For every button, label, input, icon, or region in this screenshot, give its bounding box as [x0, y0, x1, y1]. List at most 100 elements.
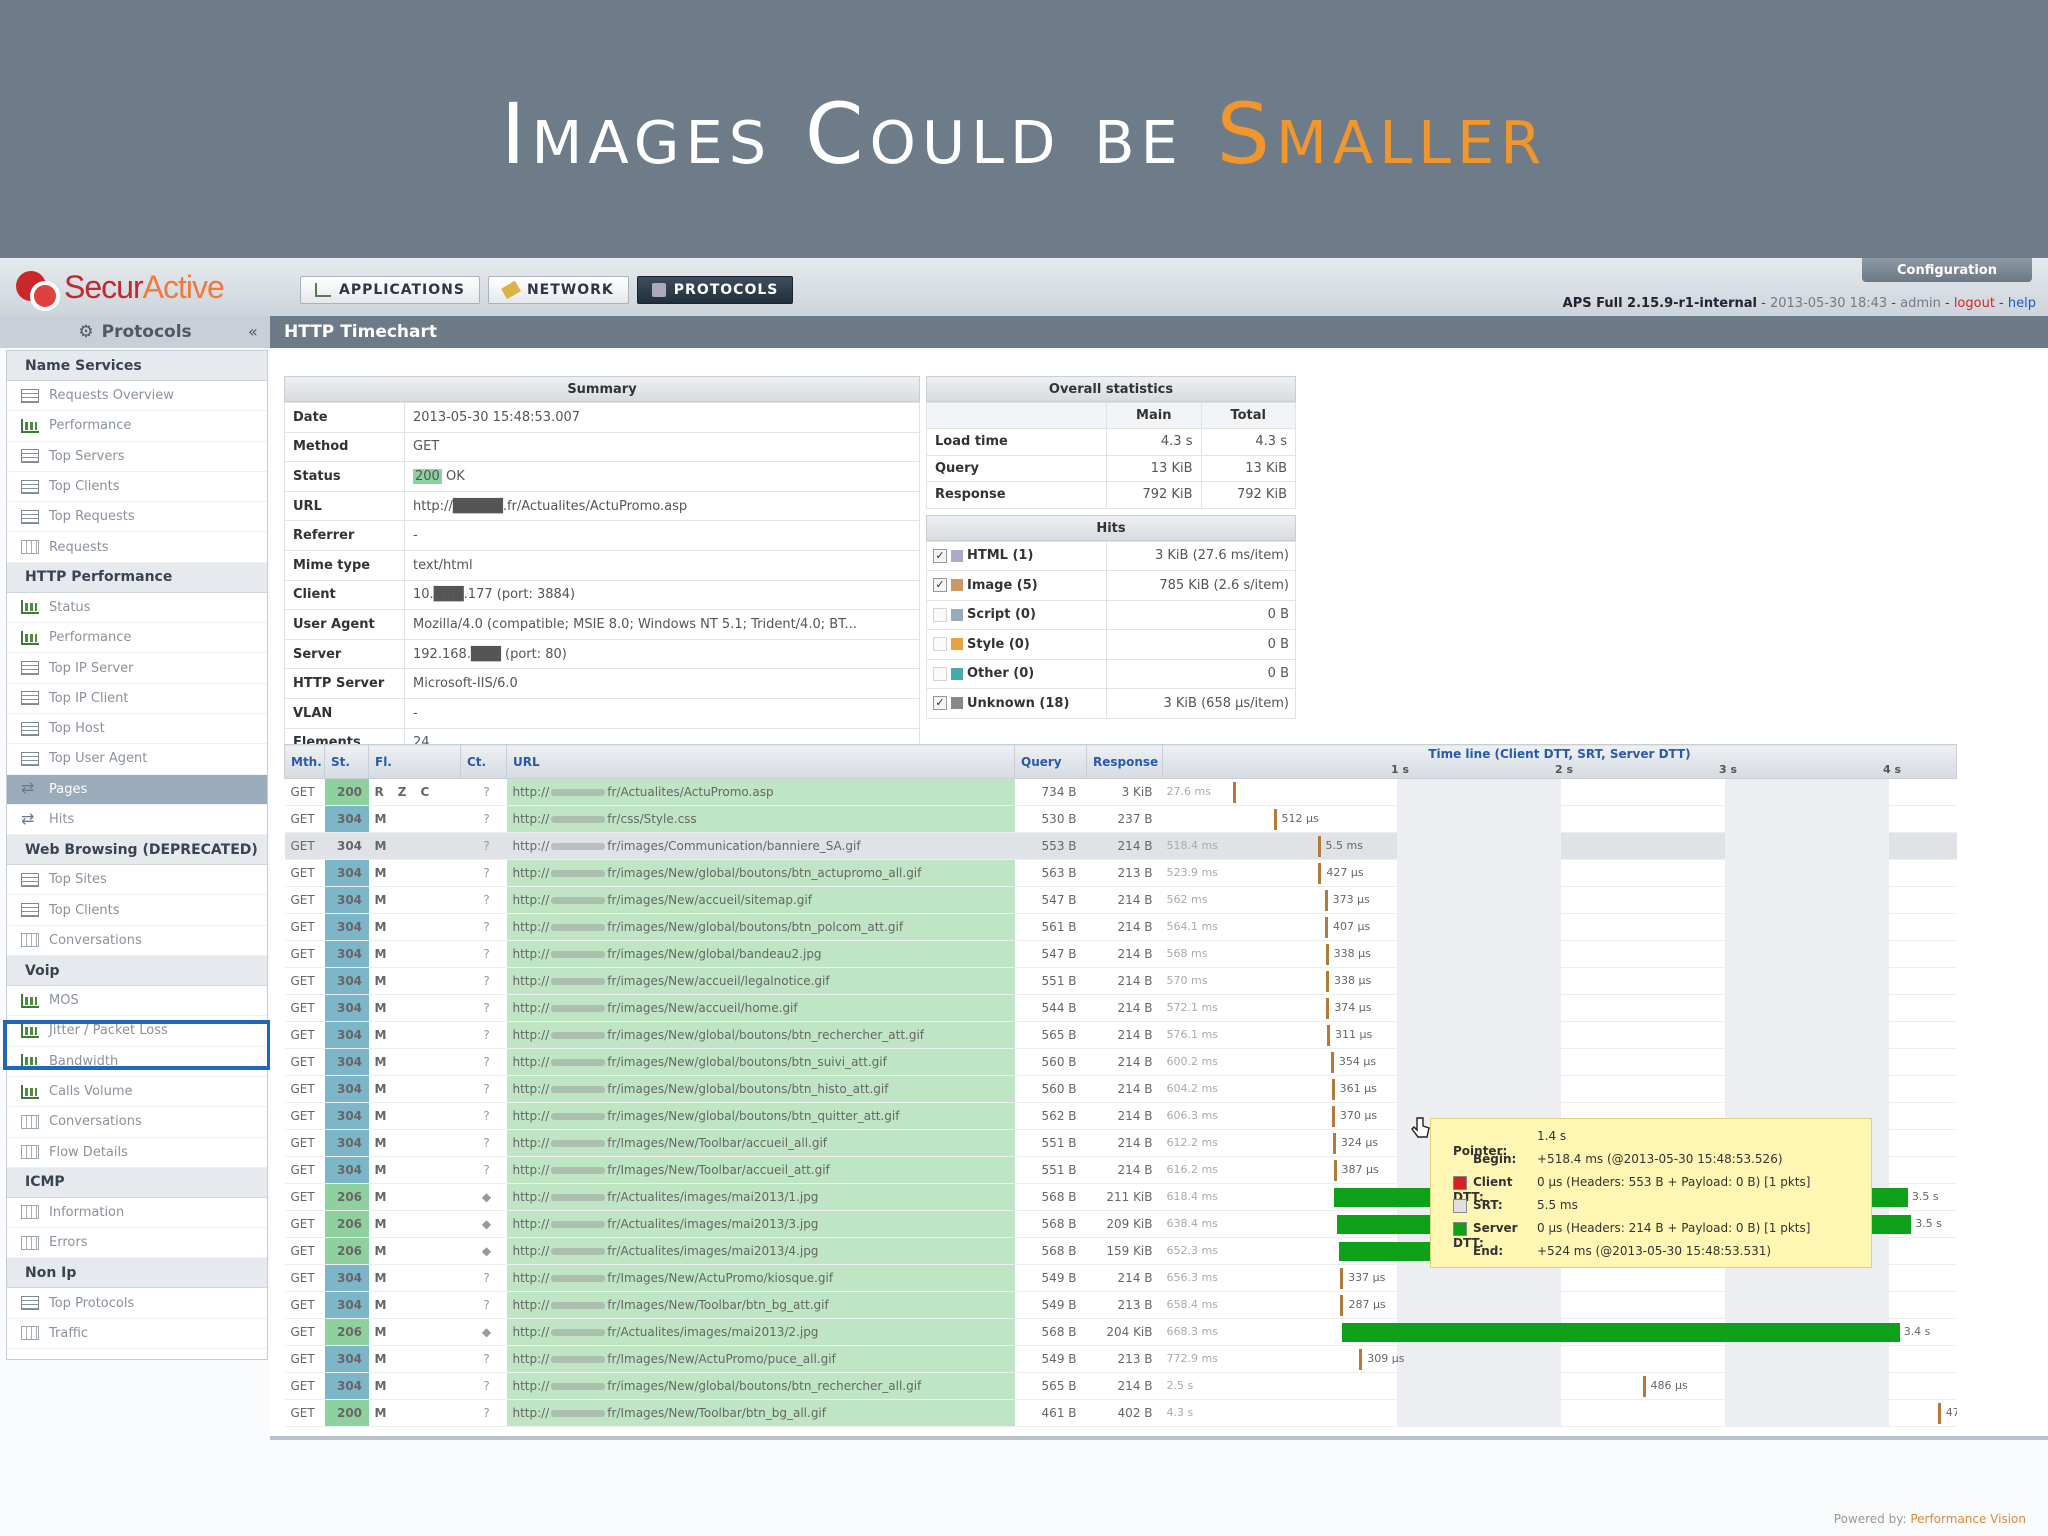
- col-url[interactable]: URL: [506, 744, 1015, 779]
- url-cell[interactable]: http://fr/images/New/accueil/legalnotice…: [506, 967, 1015, 995]
- timeline-bar[interactable]: [1273, 809, 1277, 830]
- col-method[interactable]: Mth.: [284, 744, 325, 779]
- col-response[interactable]: Response: [1086, 744, 1163, 779]
- timeline-cell[interactable]: 512 µs: [1162, 805, 1957, 833]
- url-cell[interactable]: http://fr/Images/New/Toolbar/accueil_att…: [506, 1156, 1015, 1184]
- url-cell[interactable]: http://fr/images/Communication/banniere_…: [506, 832, 1015, 860]
- sidebar-item-top-servers[interactable]: Top Servers: [7, 442, 267, 472]
- col-content-type[interactable]: Ct.: [460, 744, 507, 779]
- url-cell[interactable]: http://fr/Images/New/ActuPromo/puce_all.…: [506, 1345, 1015, 1373]
- url-cell[interactable]: http://fr/Actualites/images/mai2013/4.jp…: [506, 1237, 1015, 1265]
- table-row[interactable]: GET 304 M? http://fr/images/New/global/bout…: [284, 913, 1957, 941]
- timeline-bar[interactable]: [1340, 1295, 1344, 1316]
- url-cell[interactable]: http://fr/images/New/global/boutons/btn_…: [506, 1102, 1015, 1130]
- timeline-bar[interactable]: [1325, 944, 1329, 965]
- url-cell[interactable]: http://fr/images/New/global/boutons/btn_…: [506, 1048, 1015, 1076]
- sidebar-item-requests[interactable]: Requests: [7, 532, 267, 563]
- timeline-bar[interactable]: [1232, 782, 1236, 803]
- timeline-bar[interactable]: [1326, 998, 1330, 1019]
- table-row[interactable]: GET 200 R Z C? http://fr/Actualites/ActuPromo…: [284, 778, 1957, 806]
- url-cell[interactable]: http://fr/Images/New/Toolbar/accueil_all…: [506, 1129, 1015, 1157]
- timeline-cell[interactable]: 27.6 ms: [1162, 778, 1957, 806]
- timeline-bar[interactable]: [1359, 1349, 1363, 1370]
- table-row[interactable]: GET 304 M? http://fr/Images/New/ActuPromo/p…: [284, 1345, 1957, 1373]
- checkbox[interactable]: ✓: [933, 548, 947, 563]
- timeline-cell[interactable]: 4.3 s478 µs: [1162, 1399, 1957, 1427]
- configuration-button[interactable]: Configuration: [1862, 258, 2032, 282]
- timeline-bar[interactable]: [1331, 1106, 1335, 1127]
- table-row[interactable]: GET 304 M? http://fr/images/New/accueil/hom…: [284, 994, 1957, 1022]
- sidebar-item-requests-overview[interactable]: Requests Overview: [7, 381, 267, 412]
- timeline-bar[interactable]: [1325, 971, 1329, 992]
- timeline-cell[interactable]: 772.9 ms 309 µs: [1162, 1345, 1957, 1373]
- logo[interactable]: SecurActive: [14, 264, 225, 311]
- tab-protocols[interactable]: PROTOCOLS: [636, 276, 794, 304]
- sidebar-item-conversations[interactable]: Conversations: [7, 1107, 267, 1138]
- timeline-bar[interactable]: [1340, 1268, 1344, 1289]
- table-row[interactable]: GET 304 M? http://fr/images/New/global/bout…: [284, 1021, 1957, 1049]
- timeline-bar[interactable]: [1324, 890, 1328, 911]
- url-cell[interactable]: http://fr/images/New/global/boutons/btn_…: [506, 859, 1015, 887]
- table-row[interactable]: GET 304 M? http://fr/images/New/accueil/leg…: [284, 967, 1957, 995]
- sidebar-item-calls-volume[interactable]: Calls Volume: [7, 1077, 267, 1108]
- sidebar-item-top-protocols[interactable]: Top Protocols: [7, 1288, 267, 1319]
- url-cell[interactable]: http://fr/images/New/global/boutons/btn_…: [506, 1021, 1015, 1049]
- table-row[interactable]: GET 304 M? http://fr/Images/New/ActuPromo/k…: [284, 1264, 1957, 1292]
- sidebar-item-traffic[interactable]: Traffic: [7, 1319, 267, 1350]
- url-cell[interactable]: http://fr/images/New/global/boutons/btn_…: [506, 1075, 1015, 1103]
- sidebar-item-performance[interactable]: Performance: [7, 623, 267, 654]
- table-row[interactable]: GET 304 M? http://fr/Images/New/Toolbar/btn…: [284, 1291, 1957, 1319]
- sidebar-item-conversations[interactable]: Conversations: [7, 926, 267, 957]
- timeline-bar[interactable]: [1317, 836, 1321, 857]
- table-row[interactable]: GET 304 M? http://fr/images/New/global/bout…: [284, 859, 1957, 887]
- checkbox[interactable]: [933, 607, 947, 622]
- sidebar-item-top-ip-client[interactable]: Top IP Client: [7, 684, 267, 714]
- sidebar-item-top-user-agent[interactable]: Top User Agent: [7, 744, 267, 775]
- checkbox[interactable]: ✓: [933, 578, 947, 593]
- timeline-cell[interactable]: 576.1 ms 311 µs: [1162, 1021, 1957, 1049]
- table-row[interactable]: GET 206 M ◆ http://fr/Actualites/images/mai2…: [284, 1318, 1957, 1346]
- sidebar-item-mos[interactable]: MOS: [7, 986, 267, 1017]
- sidebar-item-information[interactable]: Information: [7, 1198, 267, 1229]
- timeline-cell[interactable]: 658.4 ms 287 µs: [1162, 1291, 1957, 1319]
- table-row[interactable]: GET 304 M? http://fr/images/Communication/b…: [284, 832, 1957, 860]
- timeline-bar[interactable]: [1330, 1052, 1334, 1073]
- timeline-bar[interactable]: [1342, 1323, 1900, 1342]
- timeline-bar[interactable]: [1331, 1079, 1335, 1100]
- table-row[interactable]: GET 304 M? http://fr/images/New/accueil/sit…: [284, 886, 1957, 914]
- url-cell[interactable]: http://fr/images/New/global/boutons/btn_…: [506, 1372, 1015, 1400]
- timeline-cell[interactable]: 570 ms 338 µs: [1162, 967, 1957, 995]
- col-timeline[interactable]: Time line (Client DTT, SRT, Server DTT) …: [1162, 744, 1957, 779]
- collapse-sidebar-icon[interactable]: «: [248, 322, 258, 341]
- url-cell[interactable]: http://fr/images/New/accueil/home.gif: [506, 994, 1015, 1022]
- table-row[interactable]: GET 304 M? http://fr/css/Style.css 530 B 237 …: [284, 805, 1957, 833]
- checkbox[interactable]: ✓: [933, 696, 947, 711]
- checkbox[interactable]: [933, 637, 947, 652]
- sidebar-item-hits[interactable]: Hits: [7, 805, 267, 836]
- checkbox[interactable]: [933, 666, 947, 681]
- timeline-cell[interactable]: 668.3 ms 3.4 s: [1162, 1318, 1957, 1346]
- timeline-cell[interactable]: 656.3 ms 337 µs: [1162, 1264, 1957, 1292]
- timeline-bar[interactable]: [1318, 863, 1322, 884]
- timeline-cell[interactable]: 518.4 ms 5.5 ms: [1162, 832, 1957, 860]
- url-cell[interactable]: http://fr/Images/New/Toolbar/btn_bg_all.…: [506, 1399, 1015, 1427]
- table-row[interactable]: GET 304 M? http://fr/images/New/global/band…: [284, 940, 1957, 968]
- sidebar-item-flow-details[interactable]: Flow Details: [7, 1138, 267, 1168]
- sidebar-item-top-clients[interactable]: Top Clients: [7, 895, 267, 926]
- timeline-cell[interactable]: 2.5 s 486 µs: [1162, 1372, 1957, 1400]
- url-cell[interactable]: http://fr/Actualites/images/mai2013/3.jp…: [506, 1210, 1015, 1238]
- url-cell[interactable]: http://fr/Actualites/images/mai2013/1.jp…: [506, 1183, 1015, 1211]
- sidebar-item-pages[interactable]: Pages: [7, 774, 267, 805]
- url-cell[interactable]: http://fr/Images/New/ActuPromo/kiosque.g…: [506, 1264, 1015, 1292]
- tab-network[interactable]: NETWORK: [487, 276, 629, 304]
- timeline-bar[interactable]: [1332, 1133, 1336, 1154]
- url-cell[interactable]: http://fr/images/New/accueil/sitemap.gif: [506, 886, 1015, 914]
- timeline-cell[interactable]: 523.9 ms 427 µs: [1162, 859, 1957, 887]
- col-status[interactable]: St.: [324, 744, 369, 779]
- col-flags[interactable]: Fl.: [368, 744, 461, 779]
- timeline-bar[interactable]: [1325, 917, 1328, 938]
- url-cell[interactable]: http://fr/css/Style.css: [506, 805, 1015, 833]
- col-query[interactable]: Query: [1014, 744, 1087, 779]
- table-row[interactable]: GET 200 M? http://fr/Images/New/Toolbar/btn…: [284, 1399, 1957, 1427]
- sidebar-item-top-host[interactable]: Top Host: [7, 714, 267, 745]
